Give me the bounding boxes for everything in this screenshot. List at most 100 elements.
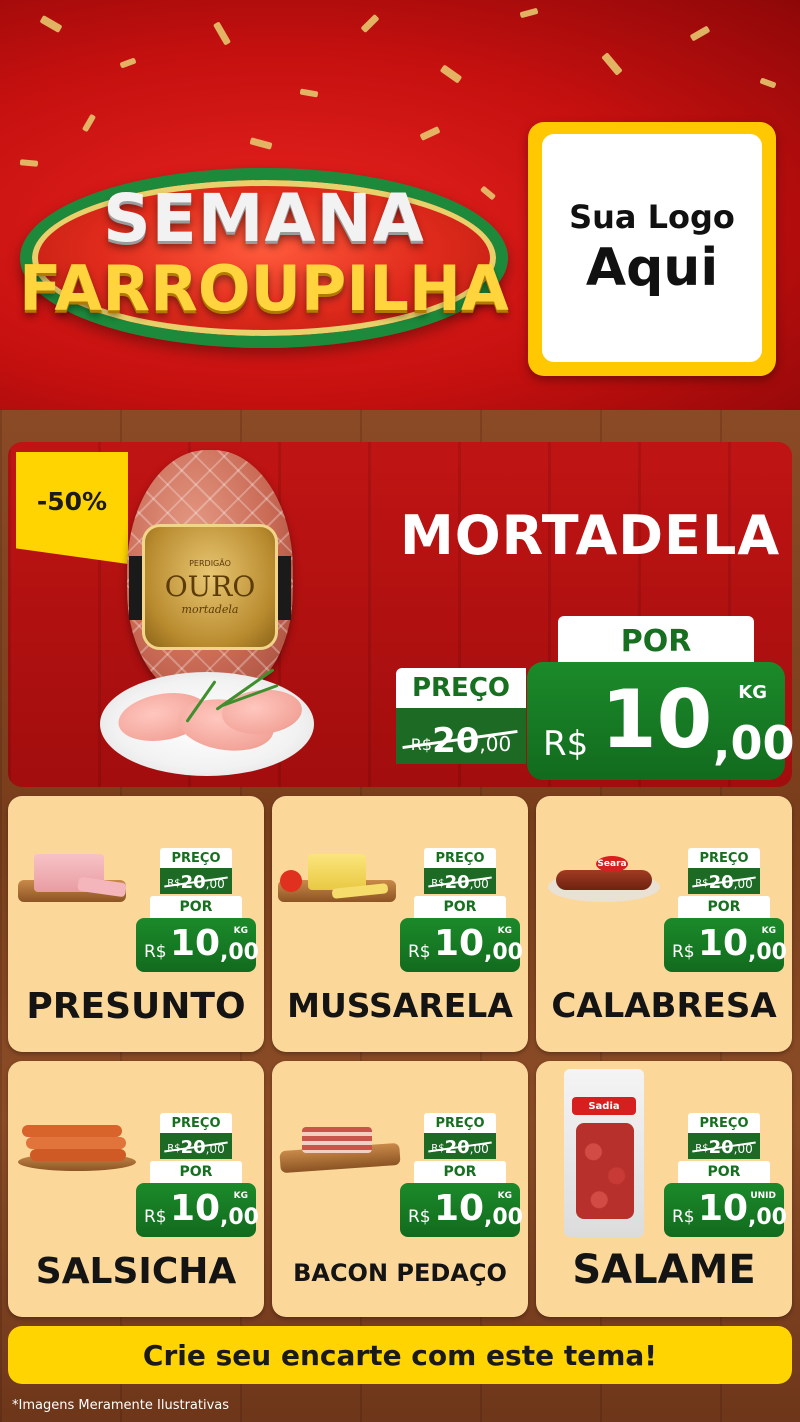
price-int: 10 bbox=[434, 923, 485, 964]
product-card-mussarela: PREÇO R$20,00 POR KGR$10,00 MUSSARELA bbox=[272, 796, 528, 1052]
hero-price: KG R$ 10 ,00 bbox=[527, 662, 795, 780]
product-name: SALSICHA bbox=[35, 1251, 237, 1292]
preco-label: PREÇO bbox=[424, 1113, 496, 1133]
discount-text: -50% bbox=[36, 486, 108, 516]
confetti-piece bbox=[360, 13, 380, 34]
tomato-image bbox=[280, 870, 302, 892]
mortadela-brand: PERDIGÃO bbox=[189, 558, 231, 568]
mortadela-brand-line: OURO bbox=[164, 569, 256, 603]
confetti-piece bbox=[299, 88, 319, 98]
header-banner: SEMANA FARROUPILHA Sua Logo Aqui bbox=[0, 0, 800, 410]
confetti-piece bbox=[689, 25, 711, 42]
hero-price-dec: ,00 bbox=[713, 716, 795, 770]
unit: KG bbox=[497, 926, 512, 936]
mussarela-image bbox=[308, 854, 366, 890]
salsicha-image bbox=[30, 1149, 126, 1161]
price: KG R$ 10,00 bbox=[400, 1183, 523, 1237]
confetti-piece bbox=[419, 126, 441, 141]
hero-old-price: R$ 20 ,00 bbox=[396, 708, 526, 764]
confetti-piece bbox=[601, 52, 623, 76]
currency: R$ bbox=[144, 1207, 167, 1227]
preco-label: PREÇO bbox=[160, 848, 232, 868]
hero-por-label: POR bbox=[558, 616, 754, 666]
confetti-piece bbox=[39, 15, 63, 33]
price: KG R$ 10,00 bbox=[136, 1183, 259, 1237]
price-dec: ,00 bbox=[220, 940, 259, 965]
por-label: POR bbox=[678, 896, 770, 918]
hero-price-int: 10 bbox=[601, 673, 713, 766]
cta-banner[interactable]: Crie seu encarte com este tema! bbox=[8, 1326, 792, 1384]
por-label: POR bbox=[414, 1161, 506, 1183]
currency: R$ bbox=[408, 1207, 431, 1227]
price-dec: ,00 bbox=[748, 1205, 787, 1230]
salame-slices bbox=[576, 1123, 634, 1219]
hero-product-name: MORTADELA bbox=[400, 504, 781, 567]
price-dec: ,00 bbox=[220, 1205, 259, 1230]
confetti-piece bbox=[212, 21, 232, 46]
product-card-salame: Sadia PREÇO R$20,00 POR UNIDR$10,00 SALA… bbox=[536, 1061, 792, 1317]
price-int: 10 bbox=[170, 923, 221, 964]
salsicha-image bbox=[22, 1125, 122, 1137]
currency: R$ bbox=[144, 942, 167, 962]
price-int: 10 bbox=[170, 1188, 221, 1229]
hero-unit: KG bbox=[738, 682, 767, 703]
por-label: POR bbox=[150, 896, 242, 918]
sadia-logo: Sadia bbox=[572, 1097, 636, 1115]
price-dec: ,00 bbox=[484, 1205, 523, 1230]
product-name: PRESUNTO bbox=[26, 986, 246, 1027]
por-label: POR bbox=[150, 1161, 242, 1183]
product-name: BACON PEDAÇO bbox=[293, 1259, 507, 1287]
price: UNID R$ 10,00 bbox=[664, 1183, 787, 1237]
product-name: MUSSARELA bbox=[287, 986, 513, 1025]
discount-tag: -50% bbox=[16, 452, 128, 564]
price-int: 10 bbox=[698, 1188, 749, 1229]
currency: R$ bbox=[672, 942, 695, 962]
disclaimer-text: *Imagens Meramente Ilustrativas bbox=[12, 1398, 230, 1413]
price-int: 10 bbox=[434, 1188, 485, 1229]
price: KG R$ 10,00 bbox=[136, 918, 259, 972]
logo-inner: Sua Logo Aqui bbox=[542, 134, 762, 362]
por-label: POR bbox=[414, 896, 506, 918]
unit: UNID bbox=[750, 1191, 776, 1201]
mortadela-brand-sub: mortadela bbox=[181, 602, 239, 616]
por-label: POR bbox=[678, 1161, 770, 1183]
confetti-piece bbox=[759, 77, 777, 89]
calabresa-image bbox=[556, 870, 652, 890]
confetti-piece bbox=[249, 137, 273, 150]
price-dec: ,00 bbox=[484, 940, 523, 965]
currency: R$ bbox=[408, 942, 431, 962]
price-dec: ,00 bbox=[748, 940, 787, 965]
unit: KG bbox=[497, 1191, 512, 1201]
price: KG R$ 10,00 bbox=[400, 918, 523, 972]
confetti-piece bbox=[81, 113, 97, 133]
price: KG R$ 10,00 bbox=[664, 918, 787, 972]
product-card-salsicha: PREÇO R$20,00 POR KGR$10,00 SALSICHA bbox=[8, 1061, 264, 1317]
preco-label: PREÇO bbox=[424, 848, 496, 868]
bacon-image bbox=[302, 1127, 372, 1153]
logo-text-line2: Aqui bbox=[585, 238, 719, 298]
unit: KG bbox=[233, 926, 248, 936]
price-int: 10 bbox=[698, 923, 749, 964]
currency: R$ bbox=[672, 1207, 695, 1227]
unit: KG bbox=[761, 926, 776, 936]
logo-text-line1: Sua Logo bbox=[569, 198, 735, 236]
product-name: CALABRESA bbox=[551, 986, 777, 1026]
hero-currency: R$ bbox=[543, 724, 589, 764]
title-farroupilha: FARROUPILHA bbox=[19, 252, 509, 325]
confetti-piece bbox=[19, 159, 39, 167]
product-card-bacon: PREÇO R$20,00 POR KGR$10,00 BACON PEDAÇO bbox=[272, 1061, 528, 1317]
confetti-piece bbox=[439, 64, 463, 84]
product-card-calabresa: Seara PREÇO R$20,00 POR KGR$10,00 CALABR… bbox=[536, 796, 792, 1052]
unit: KG bbox=[233, 1191, 248, 1201]
product-name: SALAME bbox=[572, 1247, 756, 1293]
product-card-presunto: PREÇO R$20,00 POR KGR$10,00 PRESUNTO bbox=[8, 796, 264, 1052]
salsicha-image bbox=[26, 1137, 126, 1149]
confetti-piece bbox=[119, 57, 137, 69]
preco-label: PREÇO bbox=[160, 1113, 232, 1133]
confetti-piece bbox=[519, 7, 539, 19]
title-semana: SEMANA bbox=[103, 180, 425, 257]
seara-logo: Seara bbox=[596, 856, 628, 872]
logo-placeholder: Sua Logo Aqui bbox=[528, 122, 776, 376]
mortadela-label: PERDIGÃO OURO mortadela bbox=[142, 524, 278, 650]
preco-label: PREÇO bbox=[688, 1113, 760, 1133]
